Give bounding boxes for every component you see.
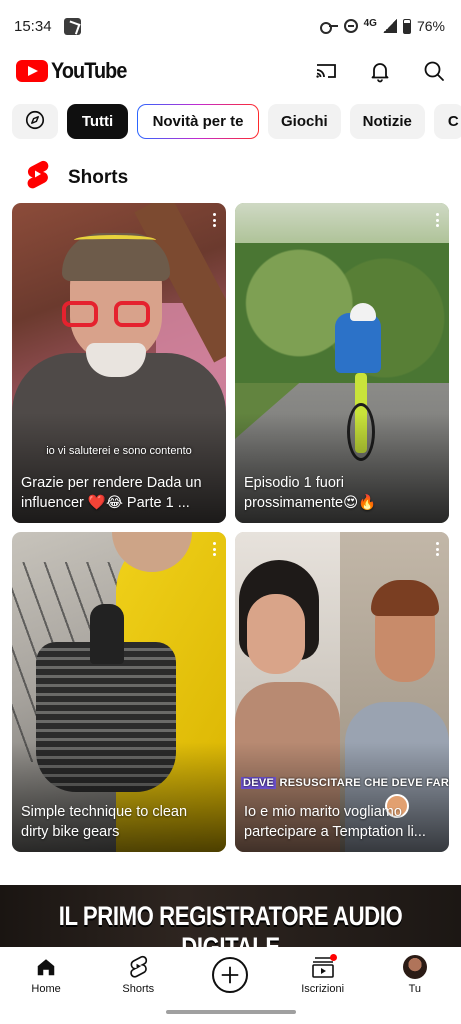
short-title: Simple technique to clean dirty bike gea… (21, 804, 188, 840)
shorts-icon (127, 955, 149, 979)
nav-shorts[interactable]: Shorts (98, 955, 178, 995)
nav-label: Tu (408, 983, 422, 995)
header-actions (314, 59, 446, 83)
cast-icon[interactable] (314, 59, 338, 83)
more-options-icon[interactable] (435, 213, 439, 227)
nav-you[interactable]: Tu (375, 955, 455, 995)
shorts-logo-icon (22, 159, 52, 196)
chip-partial[interactable]: C (433, 104, 461, 139)
home-icon (35, 955, 57, 979)
more-options-icon[interactable] (212, 542, 216, 556)
short-card[interactable]: DEVE RESUSCITARE CHE DEVE FARE Io e mio … (235, 532, 449, 852)
new-content-dot (329, 954, 337, 961)
avatar (402, 955, 427, 979)
thumbnail-art (335, 313, 381, 373)
youtube-logo[interactable]: YouTube (16, 58, 135, 84)
short-title: Grazie per rendere Dada un influencer ❤️… (21, 475, 202, 511)
bell-icon[interactable] (368, 59, 392, 83)
short-card[interactable]: Simple technique to clean dirty bike gea… (12, 532, 226, 852)
short-card[interactable]: io vi saluterei e sono contento Grazie p… (12, 203, 226, 523)
short-card[interactable]: Episodio 1 fuori prossimamente😍🔥 (235, 203, 449, 523)
subscriptions-icon (311, 954, 337, 979)
chip-giochi[interactable]: Giochi (268, 104, 341, 139)
nav-subscriptions[interactable]: Iscrizioni (283, 954, 363, 995)
nav-label: Home (31, 983, 61, 995)
battery-icon (402, 18, 411, 34)
chip-novita-per-te[interactable]: Novità per te (137, 104, 259, 139)
more-options-icon[interactable] (212, 213, 216, 227)
create-plus-icon (212, 957, 249, 993)
thumbnail-art (62, 301, 98, 327)
status-bar: 15:34 4G 76% (0, 0, 461, 52)
status-left: 15:34 (14, 17, 81, 35)
banner-text: IL PRIMO REGISTRATORE AUDIO DIGITALE (58, 901, 403, 947)
network-type: 4G (363, 17, 377, 29)
vpn-key-icon (319, 21, 338, 34)
thumbnail-art (114, 301, 150, 327)
signal-icon (382, 19, 397, 33)
search-icon[interactable] (422, 59, 446, 83)
video-thumbnail-banner[interactable]: IL PRIMO REGISTRATORE AUDIO DIGITALE (0, 885, 461, 947)
shorts-section-header: Shorts (22, 159, 128, 196)
you-avatar (402, 955, 427, 979)
explore-chip[interactable] (12, 104, 58, 139)
thumbnail-art (90, 604, 124, 664)
short-title: Episodio 1 fuori prossimamente😍🔥 (244, 475, 377, 511)
youtube-play-logo-icon (16, 60, 48, 82)
overlay-tag: DEVE (241, 777, 277, 789)
short-title: Io e mio marito vogliamo partecipare a T… (244, 804, 426, 840)
nav-label: Shorts (122, 983, 155, 995)
gesture-home-bar[interactable] (166, 1010, 296, 1014)
video-caption: io vi saluterei e sono contento (46, 445, 192, 457)
status-right: 4G 76% (319, 17, 445, 34)
video-overlay-text: DEVE RESUSCITARE CHE DEVE FARE (241, 777, 449, 789)
filter-chips: Tutti Novità per te Giochi Notizie C (12, 104, 461, 140)
compass-icon (24, 109, 46, 135)
chip-tutti[interactable]: Tutti (67, 104, 128, 139)
nav-home[interactable]: Home (6, 955, 86, 995)
chip-notizie[interactable]: Notizie (349, 104, 425, 139)
nav-label: Iscrizioni (301, 983, 345, 995)
notification-icon (63, 17, 81, 35)
nav-create[interactable] (190, 955, 270, 993)
logo-text: YouTube (51, 58, 127, 83)
status-time: 15:34 (14, 17, 52, 35)
battery-percent: 76% (416, 18, 445, 34)
do-not-disturb-icon (343, 19, 358, 33)
shorts-title: Shorts (68, 166, 129, 188)
thumbnail-art (247, 594, 305, 674)
overlay-rest: RESUSCITARE CHE DEVE FARE (276, 777, 450, 789)
more-options-icon[interactable] (435, 542, 439, 556)
app-header: YouTube (0, 52, 461, 90)
bottom-nav: Home Shorts Iscrizioni Tu (0, 947, 461, 1007)
thumbnail-art (74, 235, 156, 245)
